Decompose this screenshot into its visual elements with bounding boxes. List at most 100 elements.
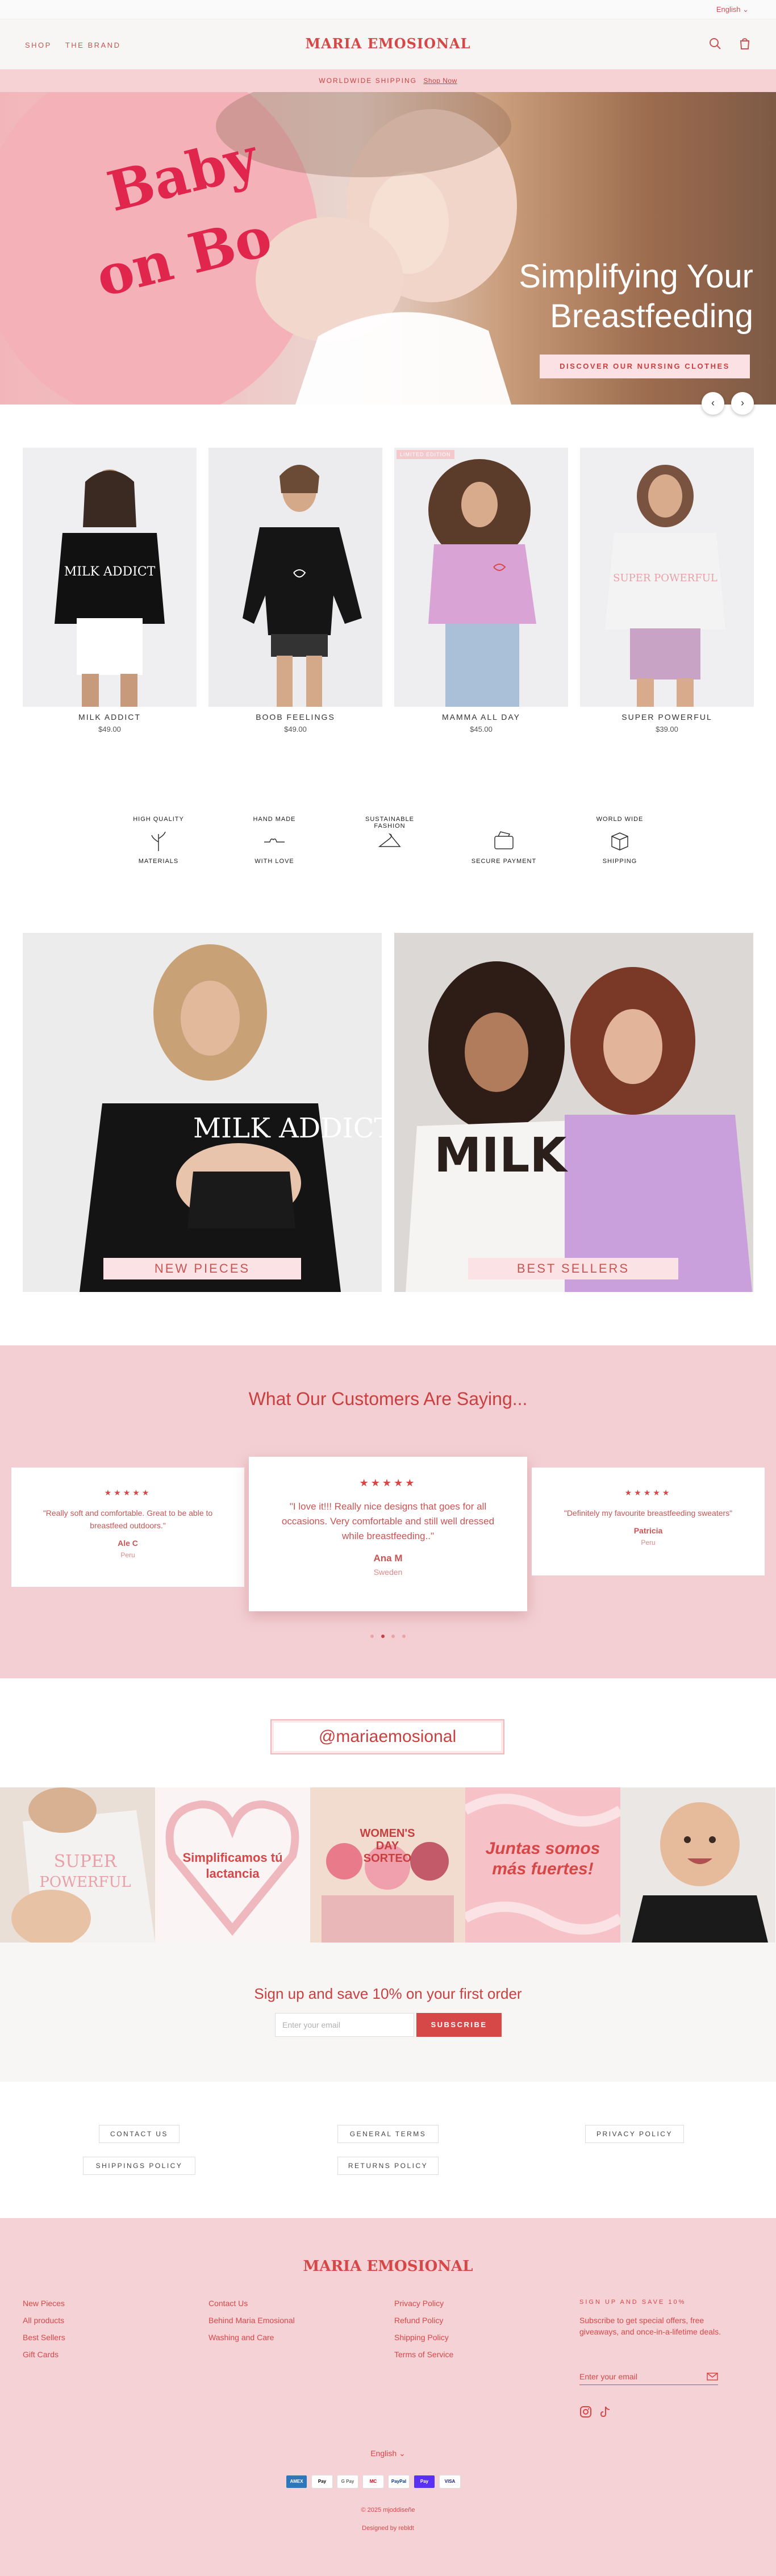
announcement-bar: WORLDWIDE SHIPPING Shop Now [0, 69, 776, 92]
announcement-text: WORLDWIDE SHIPPING [319, 77, 417, 85]
site-header: SHOP THE BRAND MARIA EMOSIONAL [0, 19, 776, 69]
footer-email-input[interactable]: Enter your email [579, 2368, 718, 2385]
general-terms-link[interactable]: GENERAL TERMS [337, 2125, 439, 2143]
search-icon[interactable] [708, 36, 723, 51]
footer-logo[interactable]: MARIA EMOSIONAL [0, 2258, 776, 2275]
returns-policy-link[interactable]: RETURNS POLICY [337, 2157, 439, 2175]
footer-language-selector[interactable]: English ⌄ [0, 2449, 776, 2458]
subscribe-button[interactable]: SUBSCRIBE [416, 2013, 502, 2037]
google-pay-icon: G Pay [337, 2475, 358, 2489]
star-rating: ★★★★★ [359, 1477, 417, 1489]
feature-label-bottom: SECURE PAYMENT [471, 858, 537, 865]
footer-link[interactable]: Refund Policy [394, 2316, 453, 2325]
cart-icon[interactable] [737, 36, 752, 51]
best-sellers-button[interactable]: BEST SELLERS [468, 1258, 678, 1279]
collection-best-sellers[interactable]: MILK BEST SELLERS [394, 933, 753, 1292]
product-image[interactable]: SUPER POWERFUL [580, 448, 754, 707]
designer-credit[interactable]: Designed by rebldt [0, 2525, 776, 2532]
instagram-tile[interactable]: Simplificamos tú lactancia [155, 1787, 310, 1943]
heart-line-icon [264, 838, 285, 843]
instagram-tile[interactable]: WOMEN'S DAY SORTEO [310, 1787, 465, 1943]
footer-link[interactable]: All products [23, 2316, 65, 2325]
product-image[interactable]: MILK ADDICT [23, 448, 197, 707]
product-photo [428, 459, 536, 707]
footer-link[interactable]: Best Sellers [23, 2333, 65, 2342]
svg-text:SUPER: SUPER [54, 1852, 118, 1871]
product-name[interactable]: MAMMA ALL DAY [394, 712, 568, 722]
carousel-dot[interactable] [370, 1635, 374, 1638]
product-price: $49.00 [284, 725, 307, 733]
paypal-icon: PayPal [388, 2475, 410, 2489]
footer-link[interactable]: Contact Us [208, 2299, 295, 2308]
box-icon [611, 832, 628, 851]
product-price: $45.00 [470, 725, 493, 733]
instagram-tile-text: Juntas somos más fuertes! [485, 1839, 600, 1878]
footer-link[interactable]: Shipping Policy [394, 2333, 453, 2342]
carousel-dot[interactable] [402, 1635, 406, 1638]
hero-title-line-1: Simplifying Your [519, 258, 753, 295]
chevron-down-icon: ⌄ [742, 5, 749, 14]
product-card[interactable]: SUPER POWERFUL SUPER POWERFUL $39.00 [580, 448, 754, 733]
footer-link[interactable]: Behind Maria Emosional [208, 2316, 295, 2325]
language-label: English [716, 5, 741, 14]
instagram-tile[interactable] [620, 1787, 775, 1943]
product-card[interactable]: LIMITED EDITION MAMMA ALL DAY $45.00 [394, 448, 568, 733]
product-price: $39.00 [656, 725, 678, 733]
product-name[interactable]: BOOB FEELINGS [208, 712, 382, 722]
feature-sustainable: SUSTAINABLE FASHION [356, 807, 424, 875]
collection-photo: MILK [406, 961, 752, 1292]
carousel-dot[interactable] [391, 1635, 395, 1638]
hero-cta-button[interactable]: DISCOVER OUR NURSING CLOTHES [540, 355, 750, 378]
collection-photo: MILK ADDICT [80, 944, 382, 1292]
testimonial-location: Peru [120, 1551, 135, 1559]
contact-us-link[interactable]: CONTACT US [99, 2125, 180, 2143]
carousel-dot-active[interactable] [381, 1635, 385, 1638]
chevron-left-icon: ‹ [711, 397, 715, 409]
shop-pay-icon: Pay [414, 2475, 435, 2489]
site-logo[interactable]: MARIA EMOSIONAL [0, 35, 776, 52]
collection-shirt-text: MILK ADDICT [193, 1112, 382, 1144]
feature-label-top: HAND MADE [253, 816, 296, 823]
instagram-handle[interactable]: @mariaemosional [270, 1719, 504, 1754]
hero-title-line-2: Breastfeeding [550, 298, 753, 335]
privacy-policy-link[interactable]: PRIVACY POLICY [585, 2125, 684, 2143]
shipping-policy-link[interactable]: SHIPPINGS POLICY [83, 2157, 195, 2175]
product-name[interactable]: SUPER POWERFUL [580, 712, 754, 722]
top-bar: English ⌄ [0, 0, 776, 19]
new-pieces-button[interactable]: NEW PIECES [103, 1258, 301, 1279]
footer-link[interactable]: Privacy Policy [394, 2299, 453, 2308]
language-selector-top[interactable]: English ⌄ [716, 5, 749, 14]
mastercard-icon: MC [362, 2475, 384, 2489]
footer-link[interactable]: Washing and Care [208, 2333, 295, 2342]
language-label: English [370, 2449, 397, 2458]
footer-link[interactable]: Gift Cards [23, 2350, 65, 2359]
collection-shirt-text: MILK [434, 1127, 568, 1183]
instagram-tile-text: WOMEN'S DAY SORTEO [360, 1827, 415, 1865]
instagram-tile[interactable]: Juntas somos más fuertes! [465, 1787, 620, 1943]
instagram-tile[interactable]: SUPER POWERFUL [0, 1787, 155, 1943]
svg-text:POWERFUL: POWERFUL [39, 1874, 131, 1891]
feature-label-bottom: MATERIALS [138, 858, 179, 865]
instagram-icon[interactable] [579, 2406, 592, 2418]
testimonial-quote: "I love it!!! Really nice designs that g… [281, 1501, 495, 1541]
hero-prev-button[interactable]: ‹ [702, 392, 724, 415]
product-card[interactable]: MILK ADDICT MILK ADDICT $49.00 [23, 448, 197, 733]
testimonial-location: Sweden [373, 1568, 403, 1577]
feature-label-bottom: WITH LOVE [255, 858, 294, 865]
product-card[interactable]: BOOB FEELINGS $49.00 [208, 448, 382, 733]
product-name[interactable]: MILK ADDICT [23, 712, 197, 722]
newsletter-section: Sign up and save 10% on your first order… [0, 1943, 776, 2082]
newsletter-email-input[interactable]: Enter your email [275, 2013, 414, 2037]
chevron-down-icon: ⌄ [399, 2449, 406, 2458]
tiktok-icon[interactable] [599, 2406, 611, 2418]
mail-icon[interactable] [707, 2373, 718, 2381]
footer-link[interactable]: Terms of Service [394, 2350, 453, 2359]
footer-link[interactable]: New Pieces [23, 2299, 65, 2308]
hero-next-button[interactable]: › [731, 392, 754, 415]
feature-label-bottom: SHIPPING [602, 858, 637, 865]
instagram-graphic [322, 1842, 454, 1943]
product-image[interactable]: LIMITED EDITION [394, 448, 568, 707]
announcement-link[interactable]: Shop Now [423, 77, 457, 85]
collection-new-pieces[interactable]: MILK ADDICT NEW PIECES [23, 933, 382, 1292]
product-image[interactable] [208, 448, 382, 707]
